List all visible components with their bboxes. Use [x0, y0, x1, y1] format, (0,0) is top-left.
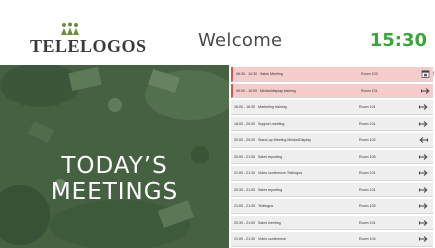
- meeting-time: 20:30 - 21:00: [234, 187, 256, 192]
- arrow-right-icon: [419, 219, 428, 227]
- meeting-time: 18:00 - 20:00: [234, 121, 256, 126]
- logo-text: TELELOGOS: [30, 36, 147, 56]
- meeting-row[interactable]: 21:00 - 21:30 Video conference Telelogos R…: [231, 166, 433, 181]
- meeting-room: Room 101: [359, 105, 376, 109]
- meeting-row[interactable]: 16:00 - 16:30 Marketing training Room 101: [231, 100, 433, 115]
- hero-title: TODAY’S MEETINGS: [0, 153, 229, 205]
- hero-title-line1: TODAY’S: [61, 153, 168, 179]
- clock: 15:30: [369, 30, 427, 51]
- arrow-right-icon: [419, 186, 428, 194]
- meeting-row[interactable]: 21:00 - 21:30 Video conference Room 104: [231, 232, 433, 247]
- meeting-title: Support meeting: [258, 121, 285, 126]
- meeting-room: Room 101: [359, 187, 376, 192]
- meeting-title: Telelogos: [258, 204, 274, 208]
- meeting-time: 16:00 - 16:30: [234, 105, 256, 109]
- alert-icon: !: [433, 72, 435, 78]
- header: TELELOGOS Welcome 15:30: [0, 0, 435, 65]
- meeting-time: 20:00 - 21:00: [234, 154, 256, 159]
- meeting-room: Room 102: [359, 138, 376, 142]
- meeting-title: Sales Meeting: [260, 72, 283, 76]
- meeting-row[interactable]: 20:00 - 20:30 Stand-up Meeting Media4Disp…: [231, 133, 433, 148]
- meeting-room: Room 101: [359, 220, 376, 225]
- meeting-title: Sales reporting: [258, 187, 283, 192]
- arrow-right-icon: [419, 103, 428, 111]
- meeting-time: 21:00 - 21:30: [234, 204, 256, 208]
- meeting-row[interactable]: 20:00 - 21:00 Sales reporting Room 105: [231, 149, 433, 164]
- meeting-row[interactable]: 20:30 - 21:00 Sales reporting Room 101: [231, 182, 433, 197]
- calendar-icon: [421, 70, 430, 78]
- meeting-row[interactable]: 21:00 - 21:30 Telelogos Room 105: [231, 199, 433, 214]
- meeting-row[interactable]: 08:30 - 10:30 Sales Meeting Room 103!: [231, 67, 435, 82]
- meeting-row[interactable]: 09:00 - 10:00 Media4display training Room …: [231, 83, 433, 98]
- meeting-time: 09:00 - 10:00: [236, 88, 258, 93]
- telelogos-logo: TELELOGOS: [30, 22, 146, 58]
- arrow-right-icon: [419, 169, 428, 177]
- hero-title-line2: MEETINGS: [50, 179, 179, 205]
- meeting-time: 20:00 - 20:30: [234, 138, 256, 142]
- meeting-title: Sales reporting: [258, 154, 283, 159]
- meeting-row[interactable]: 20:30 - 21:00 Sales meeting Room 101: [231, 215, 433, 230]
- meeting-list: 08:30 - 10:30 Sales Meeting Room 103! 09:00…: [229, 65, 435, 248]
- meeting-room: Room 105: [359, 154, 376, 159]
- meeting-title: Sales meeting: [258, 220, 281, 225]
- meeting-title: Video conference Telelogos: [258, 171, 303, 175]
- meeting-time: 08:30 - 10:30: [236, 72, 258, 76]
- arrow-left-icon: [419, 136, 428, 144]
- arrow-right-icon: [419, 153, 428, 161]
- arrow-right-icon: [419, 202, 428, 210]
- meeting-time: 21:00 - 21:30: [234, 171, 256, 175]
- meeting-room: Room 101: [359, 171, 376, 175]
- arrow-right-icon: [419, 235, 428, 243]
- meeting-room: Room 105: [359, 204, 376, 208]
- meeting-room: Room 104: [359, 237, 376, 241]
- meeting-room: Room 103: [361, 72, 378, 76]
- meeting-room: Room 101: [359, 121, 376, 126]
- arrow-right-icon: [419, 120, 428, 128]
- meeting-time: 20:30 - 21:00: [234, 220, 256, 225]
- meeting-title: Media4display training: [260, 88, 296, 93]
- meeting-room: Room 101: [361, 88, 378, 93]
- meeting-title: Video conference: [258, 237, 286, 241]
- meeting-title: Stand-up Meeting Media4Display: [258, 138, 311, 142]
- meeting-row[interactable]: 18:00 - 20:00 Support meeting Room 101: [231, 116, 433, 131]
- meeting-time: 21:00 - 21:30: [234, 237, 256, 241]
- hero-panel: TODAY’S MEETINGS: [0, 65, 229, 248]
- meeting-title: Marketing training: [258, 105, 287, 109]
- arrow-right-icon: [421, 87, 430, 95]
- welcome-title: Welcome: [198, 30, 283, 51]
